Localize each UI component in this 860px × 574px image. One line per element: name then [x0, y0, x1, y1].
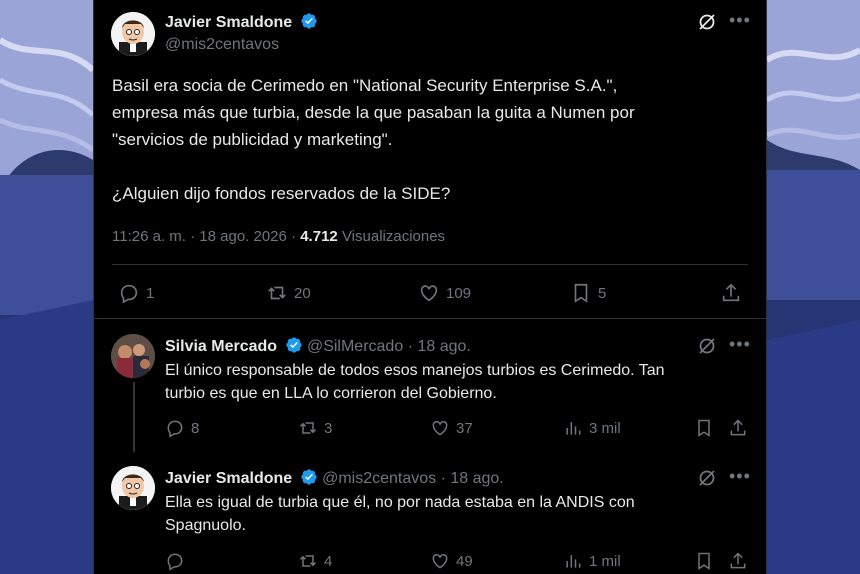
thread-line: [133, 382, 135, 452]
reply-text: Ella es igual de turbia que él, no por n…: [165, 494, 635, 534]
repost-icon: [299, 555, 317, 567]
reply-count: 1: [146, 284, 155, 302]
like-button[interactable]: 109: [418, 282, 471, 304]
repost-icon: [299, 422, 317, 434]
bookmark-icon: [574, 283, 588, 303]
author-handle[interactable]: @mis2centavos: [165, 36, 279, 54]
like-button[interactable]: 49: [430, 551, 473, 571]
bookmark-button[interactable]: [694, 418, 720, 438]
tweet-date[interactable]: 18 ago. 2026: [199, 228, 287, 245]
grok-icon[interactable]: [697, 336, 717, 356]
reply-button[interactable]: 1: [118, 282, 154, 304]
divider: [112, 264, 748, 265]
share-icon: [730, 552, 746, 569]
views-button[interactable]: 1 mil: [563, 551, 621, 571]
reply-icon: [120, 284, 138, 304]
repost-count: 4: [324, 552, 333, 570]
share-icon: [722, 283, 740, 302]
reply-count: 8: [191, 419, 200, 437]
repost-icon: [268, 286, 286, 300]
repost-button[interactable]: 3: [298, 418, 332, 438]
bookmark-count: 5: [598, 284, 607, 302]
like-count: 49: [456, 552, 473, 570]
share-button[interactable]: [728, 418, 754, 438]
heart-icon: [432, 420, 448, 436]
author-name[interactable]: Javier Smaldone: [165, 14, 292, 31]
more-options-icon[interactable]: •••: [729, 10, 751, 31]
meta-separator: ·: [291, 228, 297, 245]
share-icon: [730, 419, 746, 436]
heart-icon: [420, 285, 438, 302]
reply-icon: [167, 420, 183, 438]
author-avatar[interactable]: [111, 12, 155, 56]
reply-author-handle[interactable]: @mis2centavos: [322, 470, 436, 487]
background-art-right: [767, 0, 860, 574]
tweet-column: Javier Smaldone @mis2centavos ••• Basil …: [93, 0, 767, 574]
repost-count: 3: [324, 419, 333, 437]
repost-button[interactable]: 4: [298, 551, 332, 571]
tweet-time[interactable]: 11:26 a. m.: [112, 228, 186, 245]
views-chart-icon: [566, 422, 581, 435]
tweet-text: Basil era socia de Cerimedo en "National…: [112, 76, 635, 203]
reply-button[interactable]: [165, 551, 191, 571]
reply-button[interactable]: 8: [165, 418, 199, 438]
verified-badge-icon: [300, 12, 318, 30]
share-button[interactable]: [728, 551, 754, 571]
background-art-left: [0, 0, 93, 574]
bookmark-icon: [698, 419, 710, 437]
heart-icon: [432, 553, 448, 569]
tweet-meta: 11:26 a. m. · 18 ago. 2026 · 4.712 Visua…: [112, 228, 445, 245]
share-button[interactable]: [720, 282, 748, 304]
reply-author-handle[interactable]: @SilMercado: [307, 338, 403, 355]
like-button[interactable]: 37: [430, 418, 473, 438]
like-count: 109: [446, 284, 472, 302]
repost-count: 20: [294, 284, 311, 302]
views-label: Visualizaciones: [341, 228, 446, 245]
repost-button[interactable]: 20: [266, 282, 311, 304]
reply-author-name[interactable]: Silvia Mercado: [165, 338, 277, 355]
more-options-icon[interactable]: •••: [729, 334, 751, 355]
like-count: 37: [456, 419, 473, 437]
bookmark-button[interactable]: [694, 551, 720, 571]
reply-date[interactable]: · 18 ago.: [408, 338, 471, 355]
reply-text: El único responsable de todos esos manej…: [165, 362, 665, 402]
bookmark-button[interactable]: 5: [570, 282, 606, 304]
reply-avatar[interactable]: [111, 466, 155, 510]
reply-icon: [167, 553, 183, 571]
divider: [94, 318, 766, 319]
verified-badge-icon: [285, 336, 303, 354]
views-chart-icon: [566, 555, 581, 568]
verified-badge-icon: [300, 468, 318, 486]
views-count: 1 mil: [589, 552, 621, 570]
more-options-icon[interactable]: •••: [729, 466, 751, 487]
views-button[interactable]: 3 mil: [563, 418, 621, 438]
meta-separator: ·: [190, 228, 196, 245]
bookmark-icon: [698, 552, 710, 570]
grok-icon[interactable]: [697, 468, 717, 488]
grok-icon[interactable]: [697, 12, 717, 32]
views-count: 4.712: [300, 228, 338, 245]
reply-date[interactable]: · 18 ago.: [441, 470, 504, 487]
reply-author-name[interactable]: Javier Smaldone: [165, 470, 292, 487]
reply-avatar[interactable]: [111, 334, 155, 378]
views-count: 3 mil: [589, 419, 621, 437]
